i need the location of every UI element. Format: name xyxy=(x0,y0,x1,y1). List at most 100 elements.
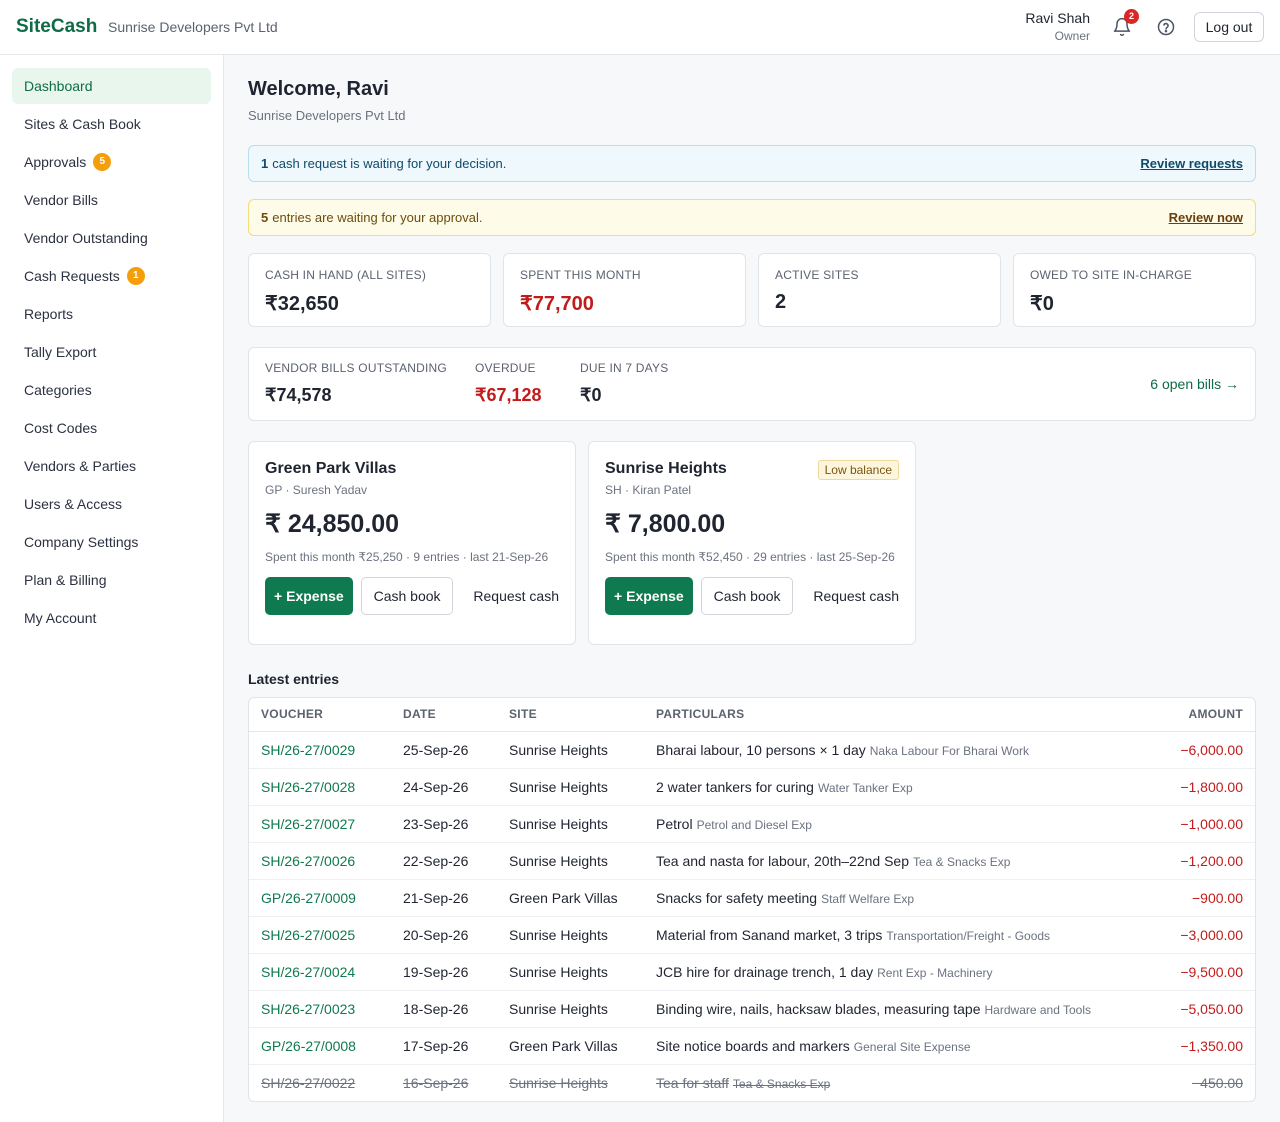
approval-banner: 5 entries are waiting for your approval.… xyxy=(248,199,1256,236)
entry-date: 20-Sep-26 xyxy=(391,916,497,954)
table-row[interactable]: SH/26-27/0024 19-Sep-26 Sunrise Heights JCB… xyxy=(249,953,1255,991)
sidebar-item-sites-cash-book[interactable]: Sites & Cash Book xyxy=(12,106,211,142)
request-cash-button[interactable]: Request cash xyxy=(473,588,559,604)
stat-value: 2 xyxy=(775,291,787,313)
entry-amount: −1,800.00 xyxy=(1135,768,1255,806)
particulars-text: Petrol xyxy=(656,815,693,832)
voucher-link[interactable]: GP/26-27/0008 xyxy=(249,1027,391,1065)
sidebar-item-my-account[interactable]: My Account xyxy=(12,600,211,636)
category-label: Tea & Snacks Exp xyxy=(732,1076,831,1091)
entry-particulars: JCB hire for drainage trench, 1 day Rent … xyxy=(644,953,1135,991)
sidebar-item-categories[interactable]: Categories xyxy=(12,372,211,408)
voucher-link[interactable]: SH/26-27/0022 xyxy=(249,1064,391,1101)
page-title: Welcome, Ravi xyxy=(248,78,389,100)
entry-amount: −1,350.00 xyxy=(1135,1027,1255,1065)
sidebar-item-vendors-parties[interactable]: Vendors & Parties xyxy=(12,448,211,484)
entry-date: 17-Sep-26 xyxy=(391,1027,497,1065)
voucher-link[interactable]: SH/26-27/0024 xyxy=(249,953,391,991)
sidebar-item-vendor-bills[interactable]: Vendor Bills xyxy=(12,182,211,218)
stat-value: ₹0 xyxy=(580,385,602,405)
entry-site: Sunrise Heights xyxy=(509,1074,608,1091)
voucher-link[interactable]: GP/26-27/0009 xyxy=(249,879,391,917)
sidebar-item-cost-codes[interactable]: Cost Codes xyxy=(12,410,211,446)
table-row[interactable]: SH/26-27/0025 20-Sep-26 Sunrise Heights Mat… xyxy=(249,916,1255,954)
voucher-link[interactable]: SH/26-27/0027 xyxy=(249,805,391,843)
banner-count: 5 xyxy=(261,210,269,225)
add-expense-button[interactable]: + Expense xyxy=(605,577,693,615)
entry-date: 22-Sep-26 xyxy=(391,842,497,880)
sidebar-item-company-settings[interactable]: Company Settings xyxy=(12,524,211,560)
voucher-link[interactable]: SH/26-27/0025 xyxy=(249,916,391,954)
category-label: Petrol and Diesel Exp xyxy=(696,817,812,832)
help-icon[interactable] xyxy=(1156,17,1176,37)
sidebar-item-vendor-outstanding[interactable]: Vendor Outstanding xyxy=(12,220,211,256)
sidebar-item-approvals[interactable]: Approvals 5 xyxy=(12,144,211,180)
user-name: Ravi Shah xyxy=(1025,10,1090,26)
sidebar-item-label: Vendors & Parties xyxy=(24,458,137,474)
table-row[interactable]: GP/26-27/0009 21-Sep-26 Green Park Villas S… xyxy=(249,879,1255,917)
category-label: Staff Welfare Exp xyxy=(821,891,915,906)
entry-date: 19-Sep-26 xyxy=(391,953,497,991)
table-row[interactable]: SH/26-27/0029 25-Sep-26 Sunrise Heights Bha… xyxy=(249,731,1255,769)
stat-label: ACTIVE SITES xyxy=(775,268,859,282)
entry-particulars: Tea and nasta for labour, 20th–22nd Sep T… xyxy=(644,842,1135,880)
sidebar-item-users-access[interactable]: Users & Access xyxy=(12,486,211,522)
entry-amount: −9,500.00 xyxy=(1135,953,1255,991)
sidebar-item-tally-export[interactable]: Tally Export xyxy=(12,334,211,370)
voucher-link[interactable]: SH/26-27/0023 xyxy=(249,990,391,1028)
banner-count: 1 xyxy=(261,156,269,171)
review-now-link[interactable]: Review now xyxy=(1169,210,1243,225)
particulars-text: JCB hire for drainage trench, 1 day xyxy=(656,963,874,980)
sidebar-item-label: Vendor Outstanding xyxy=(24,230,148,246)
notification-badge: 2 xyxy=(1124,9,1139,24)
sidebar-item-label: Sites & Cash Book xyxy=(24,116,141,132)
entry-site: Green Park Villas xyxy=(497,879,644,917)
stat-value: ₹0 xyxy=(1030,293,1054,315)
sidebar-item-label: Dashboard xyxy=(24,78,93,94)
table-row[interactable]: GP/26-27/0008 17-Sep-26 Green Park Villas S… xyxy=(249,1027,1255,1065)
table-row[interactable]: SH/26-27/0026 22-Sep-26 Sunrise Heights Tea… xyxy=(249,842,1255,880)
entry-amount: −900.00 xyxy=(1135,879,1255,917)
sidebar-item-reports[interactable]: Reports xyxy=(12,296,211,332)
site-balance: ₹ 24,850.00 xyxy=(265,510,400,538)
approvals-count-badge: 5 xyxy=(93,153,112,171)
category-label: Water Tanker Exp xyxy=(817,780,913,795)
sidebar-item-cash-requests[interactable]: Cash Requests 1 xyxy=(12,258,211,294)
stat-value: ₹67,128 xyxy=(475,385,542,405)
sidebar-item-plan-billing[interactable]: Plan & Billing xyxy=(12,562,211,598)
review-requests-link[interactable]: Review requests xyxy=(1140,156,1243,171)
page-subtitle: Sunrise Developers Pvt Ltd xyxy=(248,108,406,123)
table-row[interactable]: SH/26-27/0027 23-Sep-26 Sunrise Heights Pet… xyxy=(249,805,1255,843)
particulars-text: Snacks for safety meeting xyxy=(656,889,818,906)
category-label: General Site Expense xyxy=(853,1039,971,1054)
table-row[interactable]: SH/26-27/0028 24-Sep-26 Sunrise Heights 2 w… xyxy=(249,768,1255,806)
voucher-link[interactable]: SH/26-27/0026 xyxy=(249,842,391,880)
request-cash-button[interactable]: Request cash xyxy=(813,588,899,604)
stat-label: OWED TO SITE IN-CHARGE xyxy=(1030,268,1192,282)
logout-button[interactable]: Log out xyxy=(1194,12,1264,42)
voucher-link[interactable]: SH/26-27/0028 xyxy=(249,768,391,806)
site-actions: + Expense Cash book Request cash xyxy=(605,577,899,615)
table-row[interactable]: SH/26-27/0023 18-Sep-26 Sunrise Heights Bin… xyxy=(249,990,1255,1028)
sidebar-item-dashboard[interactable]: Dashboard xyxy=(12,68,211,104)
brand-logo[interactable]: SiteCash xyxy=(16,16,97,38)
category-label: Tea & Snacks Exp xyxy=(912,854,1011,869)
company-name: Sunrise Developers Pvt Ltd xyxy=(108,19,278,35)
sidebar-item-label: Cash Requests xyxy=(24,268,120,284)
entries-table: VOUCHER DATE SITE PARTICULARS AMOUNT SH/… xyxy=(249,698,1255,1101)
cash-book-button[interactable]: Cash book xyxy=(700,577,794,615)
entry-amount: −450.00 xyxy=(1192,1074,1243,1091)
open-bills-link[interactable]: 6 open bills → xyxy=(1150,376,1239,392)
entry-site: Sunrise Heights xyxy=(497,842,644,880)
voucher-link[interactable]: SH/26-27/0029 xyxy=(249,731,391,769)
entry-particulars: Bharai labour, 10 persons × 1 day Naka La… xyxy=(644,731,1135,769)
category-label: Rent Exp - Machinery xyxy=(877,965,993,980)
cash-book-button[interactable]: Cash book xyxy=(360,577,454,615)
vendor-overdue: OVERDUE ₹67,128 xyxy=(475,361,542,406)
add-expense-button[interactable]: + Expense xyxy=(265,577,353,615)
site-code: SH · Kiran Patel xyxy=(605,483,692,497)
table-row[interactable]: SH/26-27/0022 16-Sep-26 Sunrise Heights Tea… xyxy=(249,1064,1255,1101)
vendor-due-7-days: DUE IN 7 DAYS ₹0 xyxy=(580,361,668,406)
entry-site: Sunrise Heights xyxy=(497,805,644,843)
sidebar-item-label: Tally Export xyxy=(24,344,97,360)
